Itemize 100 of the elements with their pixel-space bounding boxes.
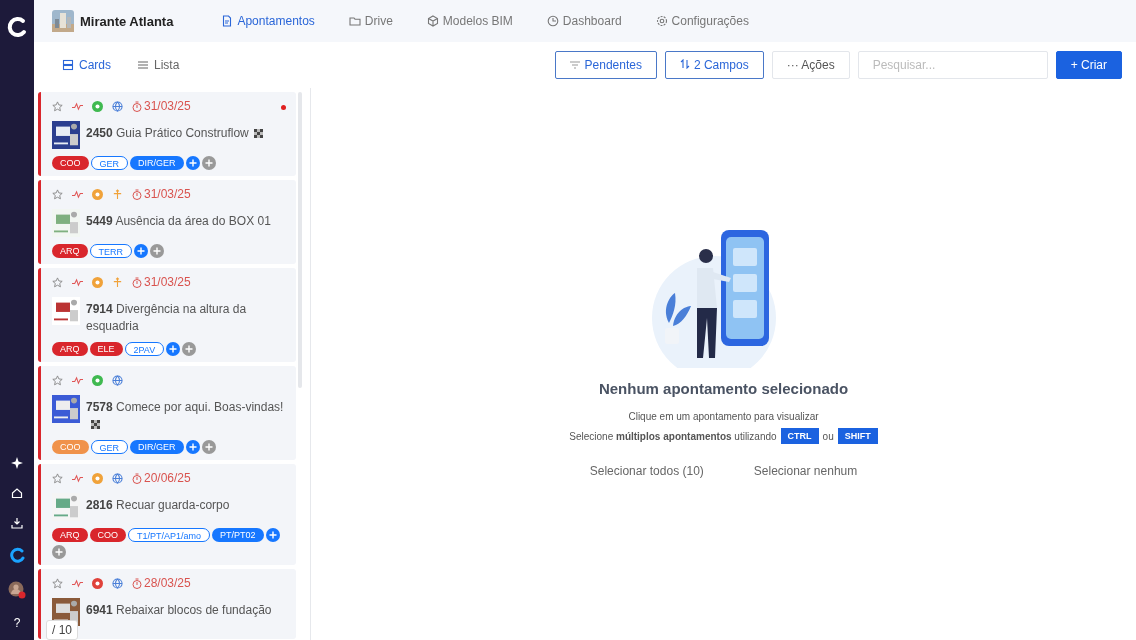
arrows-icon <box>112 276 123 288</box>
add-icon[interactable] <box>182 342 197 356</box>
star-icon[interactable] <box>52 100 63 112</box>
add-tag-icon[interactable] <box>185 156 200 170</box>
list-icon <box>137 59 149 71</box>
activity-icon <box>72 188 83 200</box>
timer-icon <box>132 100 142 112</box>
tag: ARQ <box>52 342 88 356</box>
nav-tab[interactable]: Drive <box>348 14 393 28</box>
due-date: 31/03/25 <box>144 99 191 113</box>
avatar[interactable] <box>8 581 26 599</box>
clock-icon <box>546 15 559 27</box>
timer-icon <box>132 472 142 484</box>
sort-button[interactable]: 2 Campos <box>664 51 764 79</box>
star-icon[interactable] <box>52 472 63 484</box>
activity-icon <box>72 374 83 386</box>
select-none-link[interactable]: Selecionar nenhum <box>753 464 858 478</box>
view-tab[interactable]: Lista <box>137 58 180 72</box>
tag: COO <box>52 440 89 454</box>
add-icon[interactable] <box>201 156 216 170</box>
timer-icon <box>132 577 142 589</box>
add-tag-icon[interactable] <box>185 440 200 454</box>
empty-state-title: Nenhum apontamento selecionado <box>598 380 849 397</box>
tag: COO <box>52 156 89 170</box>
add-icon[interactable] <box>52 545 66 559</box>
folder-icon <box>348 15 361 27</box>
search-field[interactable]: Pesquisar... <box>857 51 1048 79</box>
actions-button[interactable]: ··· Ações <box>771 51 850 79</box>
cards-icon <box>62 59 74 71</box>
timer-icon <box>132 276 142 288</box>
activity-icon <box>72 276 83 288</box>
arrows-icon <box>112 188 123 200</box>
issue-title[interactable]: 6941 Rebaixar blocos de fundação <box>86 602 272 619</box>
nav-tab[interactable]: Dashboard <box>546 14 622 28</box>
tag: ARQ <box>52 528 88 542</box>
tag: TERR <box>89 244 132 258</box>
add-icon[interactable] <box>201 440 216 454</box>
due-date: 28/03/25 <box>144 576 191 590</box>
globe-icon <box>112 100 123 112</box>
tag: DIR/GER <box>130 156 184 170</box>
hint-text: Selecione múltiplos apontamentos utilizando <box>569 430 777 442</box>
download-icon[interactable] <box>11 517 23 529</box>
star-icon[interactable] <box>52 276 63 288</box>
gear-icon <box>655 15 668 27</box>
issue-card[interactable]: 20/06/25 2816 Recuar guarda-corpo ARQ COO T1/PT/AP1/amo PT/PT02 <box>38 464 296 565</box>
issue-title[interactable]: 2816 Recuar guarda-corpo <box>86 497 230 514</box>
star-icon[interactable] <box>52 577 63 589</box>
view-tab[interactable]: Cards <box>62 58 111 72</box>
document-icon <box>221 15 234 27</box>
issue-title[interactable]: 7914 Divergência na altura da esquadria <box>86 301 286 335</box>
tag: T1/PT/AP1/amo <box>128 528 211 542</box>
add-icon[interactable] <box>150 244 164 258</box>
due-date: 31/03/25 <box>144 187 191 201</box>
project-name: Mirante Atlanta <box>80 13 174 29</box>
tag: GER <box>90 156 129 170</box>
hint-text: ou <box>822 430 834 442</box>
create-button[interactable]: + Criar <box>1055 51 1122 79</box>
tag: ELE <box>89 342 123 356</box>
due-date: 31/03/25 <box>144 275 191 289</box>
filter-icon <box>569 61 580 69</box>
tag: DIR/GER <box>130 440 184 454</box>
loader-icon[interactable] <box>9 547 25 563</box>
add-tag-icon[interactable] <box>265 528 280 542</box>
globe-icon <box>112 577 123 589</box>
issue-card[interactable]: 31/03/25 7914 Divergência na altura da esquadria ARQ ELE 2PAV <box>38 268 296 362</box>
issue-title[interactable]: 2450 Guia Prático Construflow <box>86 125 263 142</box>
issue-title[interactable]: 5449 Ausência da área do BOX 01 <box>86 213 271 230</box>
tag: COO <box>89 528 127 542</box>
issue-card[interactable]: 31/03/25 2450 Guia Prático Construflow COO GER DIR/GER <box>38 92 296 176</box>
timer-icon <box>132 188 142 200</box>
key-label: SHIFT <box>837 428 878 444</box>
nav-tab[interactable]: Configurações <box>655 14 749 28</box>
sort-icon <box>679 59 690 69</box>
globe-icon <box>112 374 123 386</box>
filter-button[interactable]: Pendentes <box>554 51 657 79</box>
globe-icon <box>112 472 123 484</box>
issue-card[interactable]: 7578 Comece por aqui. Boas-vindas! COO GER DIR/GER <box>38 366 296 460</box>
add-tag-icon[interactable] <box>166 342 181 356</box>
home-icon[interactable] <box>11 487 23 499</box>
star-icon[interactable] <box>52 188 63 200</box>
tag: 2PAV <box>124 342 165 356</box>
select-all-link[interactable]: Selecionar todos (10) <box>589 464 704 478</box>
issue-title[interactable]: 7578 Comece por aqui. Boas-vindas! <box>86 399 286 433</box>
logo-icon[interactable] <box>6 15 28 39</box>
add-tag-icon[interactable] <box>134 244 148 258</box>
page-count: / 10 <box>46 620 78 640</box>
activity-icon <box>72 100 83 112</box>
tag: GER <box>90 440 129 454</box>
due-date: 20/06/25 <box>144 471 191 485</box>
activity-icon <box>72 472 83 484</box>
issue-card[interactable]: 31/03/25 5449 Ausência da área do BOX 01 ARQ TERR <box>38 180 296 264</box>
help-icon[interactable]: ? <box>13 616 21 630</box>
sparkle-icon[interactable] <box>11 457 23 469</box>
star-icon[interactable] <box>52 374 63 386</box>
tag: PT/PT02 <box>212 528 264 542</box>
nav-tab[interactable]: Modelos BIM <box>426 14 513 28</box>
nav-tab[interactable]: Apontamentos <box>221 14 315 28</box>
cube-icon <box>426 15 439 27</box>
tag: ARQ <box>52 244 88 258</box>
key-label: CTRL <box>780 428 819 444</box>
